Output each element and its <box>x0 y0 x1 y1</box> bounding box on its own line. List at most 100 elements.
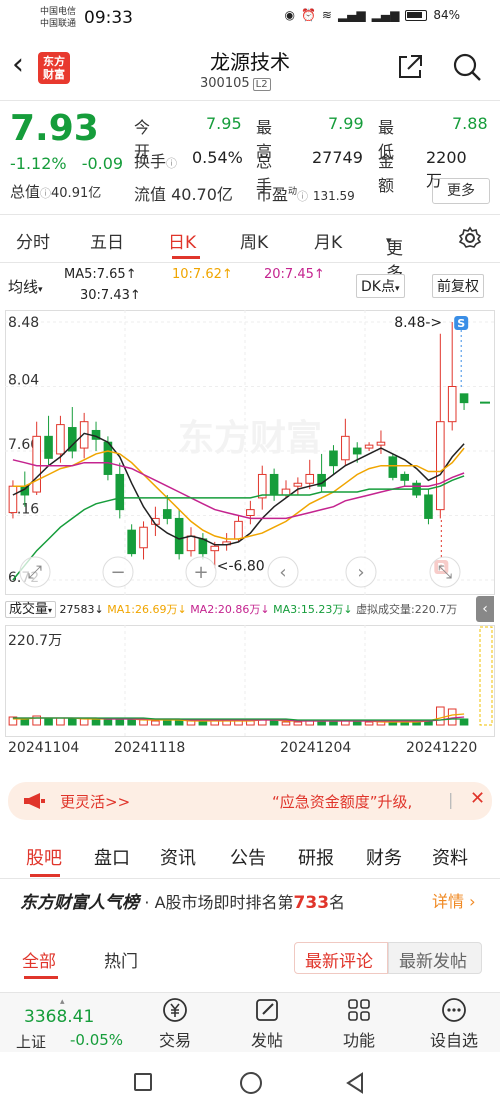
megaphone-icon <box>24 793 45 809</box>
ma10-label: 10:7.62↑ <box>172 267 233 282</box>
volume-bar <box>281 721 291 726</box>
volume-bar <box>79 718 89 726</box>
date-label: 20241104 <box>8 740 80 756</box>
tab-profile[interactable]: 资料 <box>432 844 468 870</box>
more-dots-icon <box>442 998 466 1022</box>
index-ticker[interactable]: ▴ 3368.41 上证 -0.05% <box>14 997 124 1053</box>
stock-code: 300105 <box>200 76 250 91</box>
post-button[interactable]: 发帖 <box>242 997 292 1051</box>
trade-button[interactable]: 交易 <box>150 997 200 1051</box>
function-button[interactable]: 功能 <box>334 997 384 1051</box>
clock: 09:33 <box>84 8 133 28</box>
turnover-label: 换手ⓘ <box>134 152 178 171</box>
active-filter-indicator <box>24 976 58 979</box>
add-watchlist-button[interactable]: 设自选 <box>424 997 484 1051</box>
tab-daily-k[interactable]: 日K <box>168 228 196 253</box>
vol-ma3: MA3:15.23万↓ <box>273 603 353 616</box>
tab-monthly-k[interactable]: 月K <box>314 228 342 253</box>
promo-banner[interactable]: 更灵活>> “应急资金额度”升级, | ✕ <box>8 782 492 820</box>
alarm-icon: ⏰ <box>300 8 316 22</box>
dk-point-selector[interactable]: DK点▾ <box>356 274 405 298</box>
popularity-rank-row[interactable]: 东方财富人气榜 · A股市场即时排名第733名 详情 › <box>20 888 490 913</box>
info-icon[interactable]: ⓘ <box>297 190 308 203</box>
kline-chart[interactable]: 8.488.047.607.166.72东方财富8.48-><-6.80SB⤢−… <box>5 310 495 595</box>
divider <box>0 878 500 879</box>
more-button[interactable]: 更多 <box>432 178 490 204</box>
current-price: 7.93 <box>10 108 99 149</box>
share-icon[interactable] <box>395 52 425 82</box>
virtual-volume: 虚拟成交量:220.7万 <box>356 603 458 616</box>
vol-ma1: MA1:26.69万↓ <box>107 603 187 616</box>
filter-all[interactable]: 全部 <box>22 947 56 972</box>
volume-selector[interactable]: 成交量▾ <box>5 601 57 618</box>
tab-research[interactable]: 研报 <box>298 844 334 870</box>
volume-indicator-row: 成交量▾ 27583↓ MA1:26.69万↓ MA2:20.86万↓ MA3:… <box>5 598 458 618</box>
tab-news[interactable]: 资讯 <box>160 844 196 870</box>
gear-icon[interactable] <box>458 226 482 250</box>
tab-finance[interactable]: 财务 <box>366 844 402 870</box>
rank-detail-link[interactable]: 详情 › <box>432 888 476 912</box>
collapse-panel-icon[interactable]: ‹ <box>476 596 494 622</box>
divider <box>0 100 500 101</box>
index-value: 3368.41 <box>24 1007 95 1027</box>
volume-bar <box>44 717 53 726</box>
volume-value: 27583↓ <box>59 603 104 616</box>
filter-hot[interactable]: 热门 <box>104 947 138 972</box>
volume-bar <box>293 721 303 726</box>
level-badge[interactable]: L2 <box>252 78 271 91</box>
tab-orderbook[interactable]: 盘口 <box>94 844 130 870</box>
latest-comment-toggle[interactable]: 最新评论 <box>294 942 388 974</box>
tab-five-day[interactable]: 五日 <box>90 228 124 253</box>
watermark: 东方财富 <box>178 417 322 459</box>
info-icon[interactable]: ⓘ <box>166 157 177 170</box>
tab-intraday[interactable]: 分时 <box>16 228 50 253</box>
back-icon[interactable] <box>344 1071 366 1095</box>
candle-body <box>436 421 445 511</box>
candle-body <box>174 517 184 555</box>
candle-body <box>341 435 350 461</box>
home-icon[interactable] <box>240 1072 262 1094</box>
system-icons: ◉ ⏰ ≋ ▂▄▆ ▂▄▆ 84% <box>284 8 460 22</box>
volume-chart[interactable]: 220.7万 <box>5 625 495 737</box>
eye-icon: ◉ <box>284 8 295 22</box>
pe-ratio: 市盈动ⓘ 131.59 <box>256 185 355 204</box>
ma20-label: 20:7.45↑ <box>264 267 325 282</box>
search-icon[interactable] <box>452 52 482 82</box>
ma-selector[interactable]: 均线▾ <box>8 276 43 297</box>
tab-forum[interactable]: 股吧 <box>26 844 62 870</box>
grid-icon <box>348 999 370 1021</box>
tab-announcements[interactable]: 公告 <box>230 844 266 870</box>
volume-max-label: 220.7万 <box>8 633 62 649</box>
volume-bar <box>103 718 113 726</box>
candle-body <box>210 545 220 552</box>
tab-weekly-k[interactable]: 周K <box>240 228 268 253</box>
high-marker: 8.48-> <box>394 315 442 331</box>
vol-ma2: MA2:20.86万↓ <box>190 603 270 616</box>
high-value: 7.99 <box>328 114 364 133</box>
candle-body <box>246 509 255 517</box>
expand-chart-icon-glyph: ⤡ <box>438 562 452 583</box>
volume-bar <box>151 720 160 726</box>
bottom-toolbar: ▴ 3368.41 上证 -0.05% 交易 发帖 功能 设自选 <box>0 992 500 1052</box>
recents-icon[interactable] <box>134 1073 152 1091</box>
signal-icon: ▂▄▆ <box>337 8 366 22</box>
content-tabs: 股吧 盘口 资讯 公告 研报 财务 资料 <box>0 838 500 878</box>
adjust-selector[interactable]: 前复权 <box>432 274 484 298</box>
close-icon[interactable]: ✕ <box>470 788 485 809</box>
active-tab-indicator <box>30 874 60 877</box>
yuan-icon <box>163 998 187 1022</box>
candle-body <box>234 520 243 540</box>
candle-body <box>424 494 433 519</box>
index-change: -0.05% <box>70 1031 124 1049</box>
info-icon[interactable]: ⓘ <box>40 187 51 200</box>
ma30-label: 30:7.43↑ <box>80 288 141 303</box>
volume-bar <box>162 720 172 726</box>
candle-body <box>305 473 315 484</box>
date-label: 20241220 <box>406 740 478 756</box>
change-pct: -1.12% <box>10 154 67 173</box>
banner-center-text: “应急资金额度”升级, <box>272 793 413 811</box>
candle-body <box>329 450 338 467</box>
date-label: 20241118 <box>114 740 186 756</box>
latest-post-toggle[interactable]: 最新发帖 <box>388 942 482 974</box>
y-tick-label: 8.48 <box>8 315 39 331</box>
